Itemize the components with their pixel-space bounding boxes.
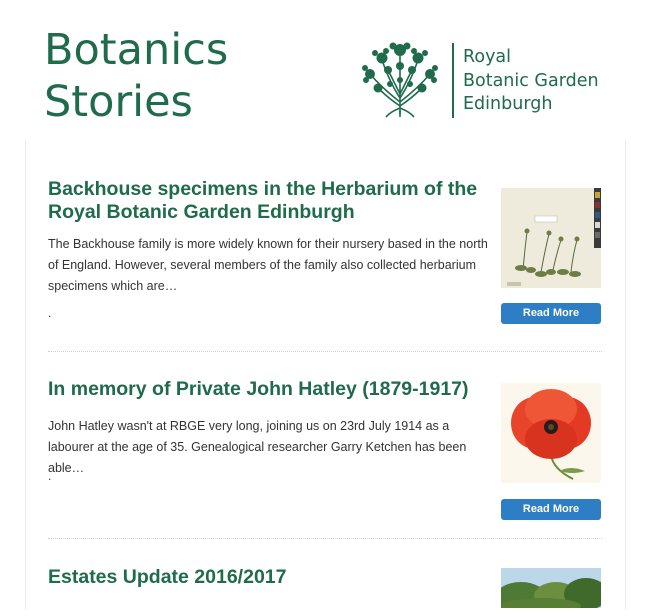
article-title-link[interactable]: In memory of Private John Hatley (1879-1… bbox=[48, 378, 498, 401]
article-separator-dot: . bbox=[48, 469, 52, 483]
article-separator-dot: . bbox=[48, 306, 52, 320]
logo-wordmark: Royal Botanic Garden Edinburgh bbox=[463, 46, 599, 117]
article-excerpt: John Hatley wasn't at RBGE very long, jo… bbox=[48, 419, 467, 475]
logo-line-royal: Royal bbox=[463, 47, 512, 67]
article-card: Backhouse specimens in the Herbarium of … bbox=[48, 178, 602, 328]
article-card: In memory of Private John Hatley (1879-1… bbox=[48, 378, 602, 528]
botanic-garden-logo-icon bbox=[362, 42, 438, 118]
read-more-button[interactable]: Read More bbox=[501, 499, 601, 520]
estates-image bbox=[501, 568, 601, 608]
site-title-line1: Botanics bbox=[44, 25, 229, 75]
poppy-illustration-thumbnail[interactable] bbox=[501, 383, 601, 483]
article-excerpt: The Backhouse family is more widely know… bbox=[48, 237, 488, 293]
site-title: Botanics Stories bbox=[44, 24, 228, 128]
newsletter-header: Botanics Stories Royal Botanic Garden Ed… bbox=[0, 0, 645, 140]
logo-divider bbox=[452, 43, 454, 118]
article-title-link[interactable]: Backhouse specimens in the Herbarium of … bbox=[48, 178, 498, 224]
read-more-button[interactable]: Read More bbox=[501, 303, 601, 324]
estates-thumbnail[interactable] bbox=[501, 568, 601, 608]
site-title-line2: Stories bbox=[44, 77, 193, 127]
herbarium-specimen-thumbnail[interactable] bbox=[501, 188, 601, 288]
logo-line-botanic-garden: Botanic Garden bbox=[463, 70, 599, 91]
herbarium-sheet-image bbox=[501, 188, 601, 288]
article-divider bbox=[48, 538, 602, 539]
article-card: Estates Update 2016/2017 bbox=[48, 566, 602, 616]
logo-line-edinburgh: Edinburgh bbox=[463, 94, 553, 114]
article-list: Backhouse specimens in the Herbarium of … bbox=[25, 140, 626, 610]
article-divider bbox=[48, 351, 602, 352]
poppy-image bbox=[501, 383, 601, 483]
article-title-link[interactable]: Estates Update 2016/2017 bbox=[48, 566, 498, 589]
